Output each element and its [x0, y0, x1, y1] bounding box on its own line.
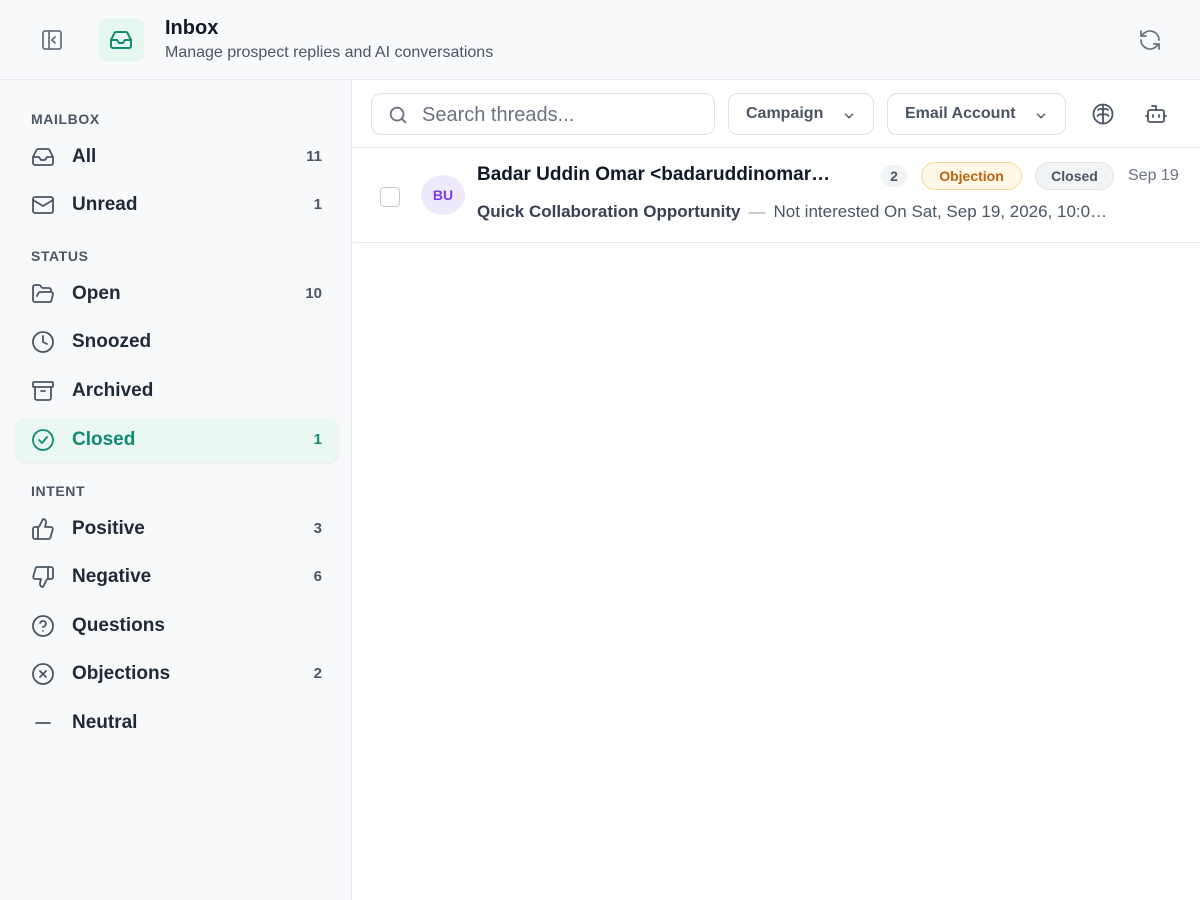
- inbox-icon: [110, 31, 132, 49]
- campaign-dropdown-label: Campaign: [746, 105, 824, 122]
- sidebar-item-positive[interactable]: Positive 3: [16, 507, 338, 551]
- ai-bot-button[interactable]: [1142, 100, 1170, 128]
- sidebar-item-closed[interactable]: Closed 1: [16, 418, 338, 462]
- ai-brain-button[interactable]: [1089, 100, 1117, 128]
- sidebar-item-label: Snoozed: [72, 331, 152, 352]
- chevron-down-icon: [844, 113, 854, 119]
- sidebar-item-label: Questions: [72, 615, 165, 636]
- inbox-icon: [31, 145, 55, 169]
- sidebar-item-count: 3: [313, 520, 322, 537]
- thread-preview: Quick Collaboration Opportunity — Not inte…: [477, 202, 1187, 222]
- clock-icon: [31, 330, 55, 354]
- refresh-icon: [1140, 30, 1160, 50]
- section-heading-status: STATUS: [31, 248, 89, 264]
- sidebar-item-negative[interactable]: Negative 6: [16, 555, 338, 599]
- refresh-button[interactable]: [1134, 24, 1166, 56]
- campaign-dropdown[interactable]: Campaign: [728, 93, 874, 135]
- chevron-down-icon: [1036, 113, 1046, 119]
- section-heading-intent: INTENT: [31, 483, 86, 499]
- sidebar-item-label: Closed: [72, 429, 136, 450]
- sidebar-item-label: Open: [72, 283, 121, 304]
- sidebar-item-unread[interactable]: Unread 1: [16, 183, 338, 227]
- sidebar-item-label: Unread: [72, 194, 138, 215]
- thread-message-count: 2: [881, 165, 907, 187]
- sidebar-item-label: Negative: [72, 566, 152, 587]
- sidebar: MAILBOX All 11 Unread 1 STATUS Open 10 S…: [0, 80, 352, 900]
- search-box[interactable]: [371, 93, 715, 135]
- sidebar-item-label: Archived: [72, 380, 154, 401]
- sidebar-item-label: Neutral: [72, 712, 138, 733]
- brain-icon: [1092, 103, 1114, 125]
- mail-icon: [31, 193, 55, 217]
- intent-badge: Objection: [921, 162, 1022, 190]
- search-icon: [389, 106, 407, 124]
- sidebar-item-count: 6: [313, 568, 322, 585]
- sidebar-toggle-button[interactable]: [36, 24, 68, 56]
- thread-subject: Quick Collaboration Opportunity: [477, 202, 741, 221]
- bot-icon: [1145, 105, 1167, 123]
- sidebar-item-count: 2: [313, 665, 322, 682]
- x-circle-icon: [31, 662, 55, 686]
- sidebar-item-snoozed[interactable]: Snoozed: [16, 320, 338, 364]
- thumbs-down-icon: [31, 565, 55, 589]
- sidebar-item-label: All: [72, 146, 97, 167]
- sidebar-item-open[interactable]: Open 10: [16, 272, 338, 316]
- avatar: BU: [421, 175, 465, 215]
- status-badge: Closed: [1035, 162, 1114, 190]
- folder-open-icon: [31, 282, 55, 306]
- app-header: Inbox Manage prospect replies and AI con…: [0, 0, 1200, 80]
- sidebar-item-label: Positive: [72, 518, 145, 539]
- sidebar-item-label: Objections: [72, 663, 171, 684]
- email-account-dropdown[interactable]: Email Account: [887, 93, 1066, 135]
- thread-select-checkbox[interactable]: [380, 187, 400, 207]
- thread-date: Sep 19: [1128, 167, 1179, 184]
- sidebar-item-count: 11: [306, 148, 322, 165]
- inbox-badge: [98, 18, 144, 62]
- thread-row[interactable]: BU Badar Uddin Omar <badaruddinomar… 2 O…: [353, 148, 1200, 243]
- section-heading-mailbox: MAILBOX: [31, 111, 100, 127]
- page-title: Inbox: [165, 17, 219, 39]
- sidebar-item-count: 1: [313, 431, 322, 448]
- panel-left-icon: [42, 30, 62, 50]
- minus-icon: [31, 711, 55, 735]
- question-circle-icon: [31, 614, 55, 638]
- thread-snippet: Not interested On Sat, Sep 19, 2026, 10:…: [773, 202, 1108, 221]
- email-account-dropdown-label: Email Account: [905, 105, 1016, 122]
- sidebar-item-count: 1: [313, 196, 322, 213]
- sidebar-item-all[interactable]: All 11: [16, 135, 338, 179]
- search-input[interactable]: [422, 102, 707, 128]
- archive-icon: [31, 379, 55, 403]
- sidebar-item-objections[interactable]: Objections 2: [16, 652, 338, 696]
- sidebar-item-questions[interactable]: Questions: [16, 604, 338, 648]
- preview-separator: —: [748, 202, 766, 221]
- page-subtitle: Manage prospect replies and AI conversat…: [165, 44, 494, 61]
- thumbs-up-icon: [31, 517, 55, 541]
- thread-sender: Badar Uddin Omar <badaruddinomar…: [477, 164, 831, 185]
- sidebar-item-neutral[interactable]: Neutral: [16, 701, 338, 745]
- sidebar-item-count: 10: [305, 285, 322, 302]
- check-circle-icon: [31, 428, 55, 452]
- sidebar-item-archived[interactable]: Archived: [16, 369, 338, 413]
